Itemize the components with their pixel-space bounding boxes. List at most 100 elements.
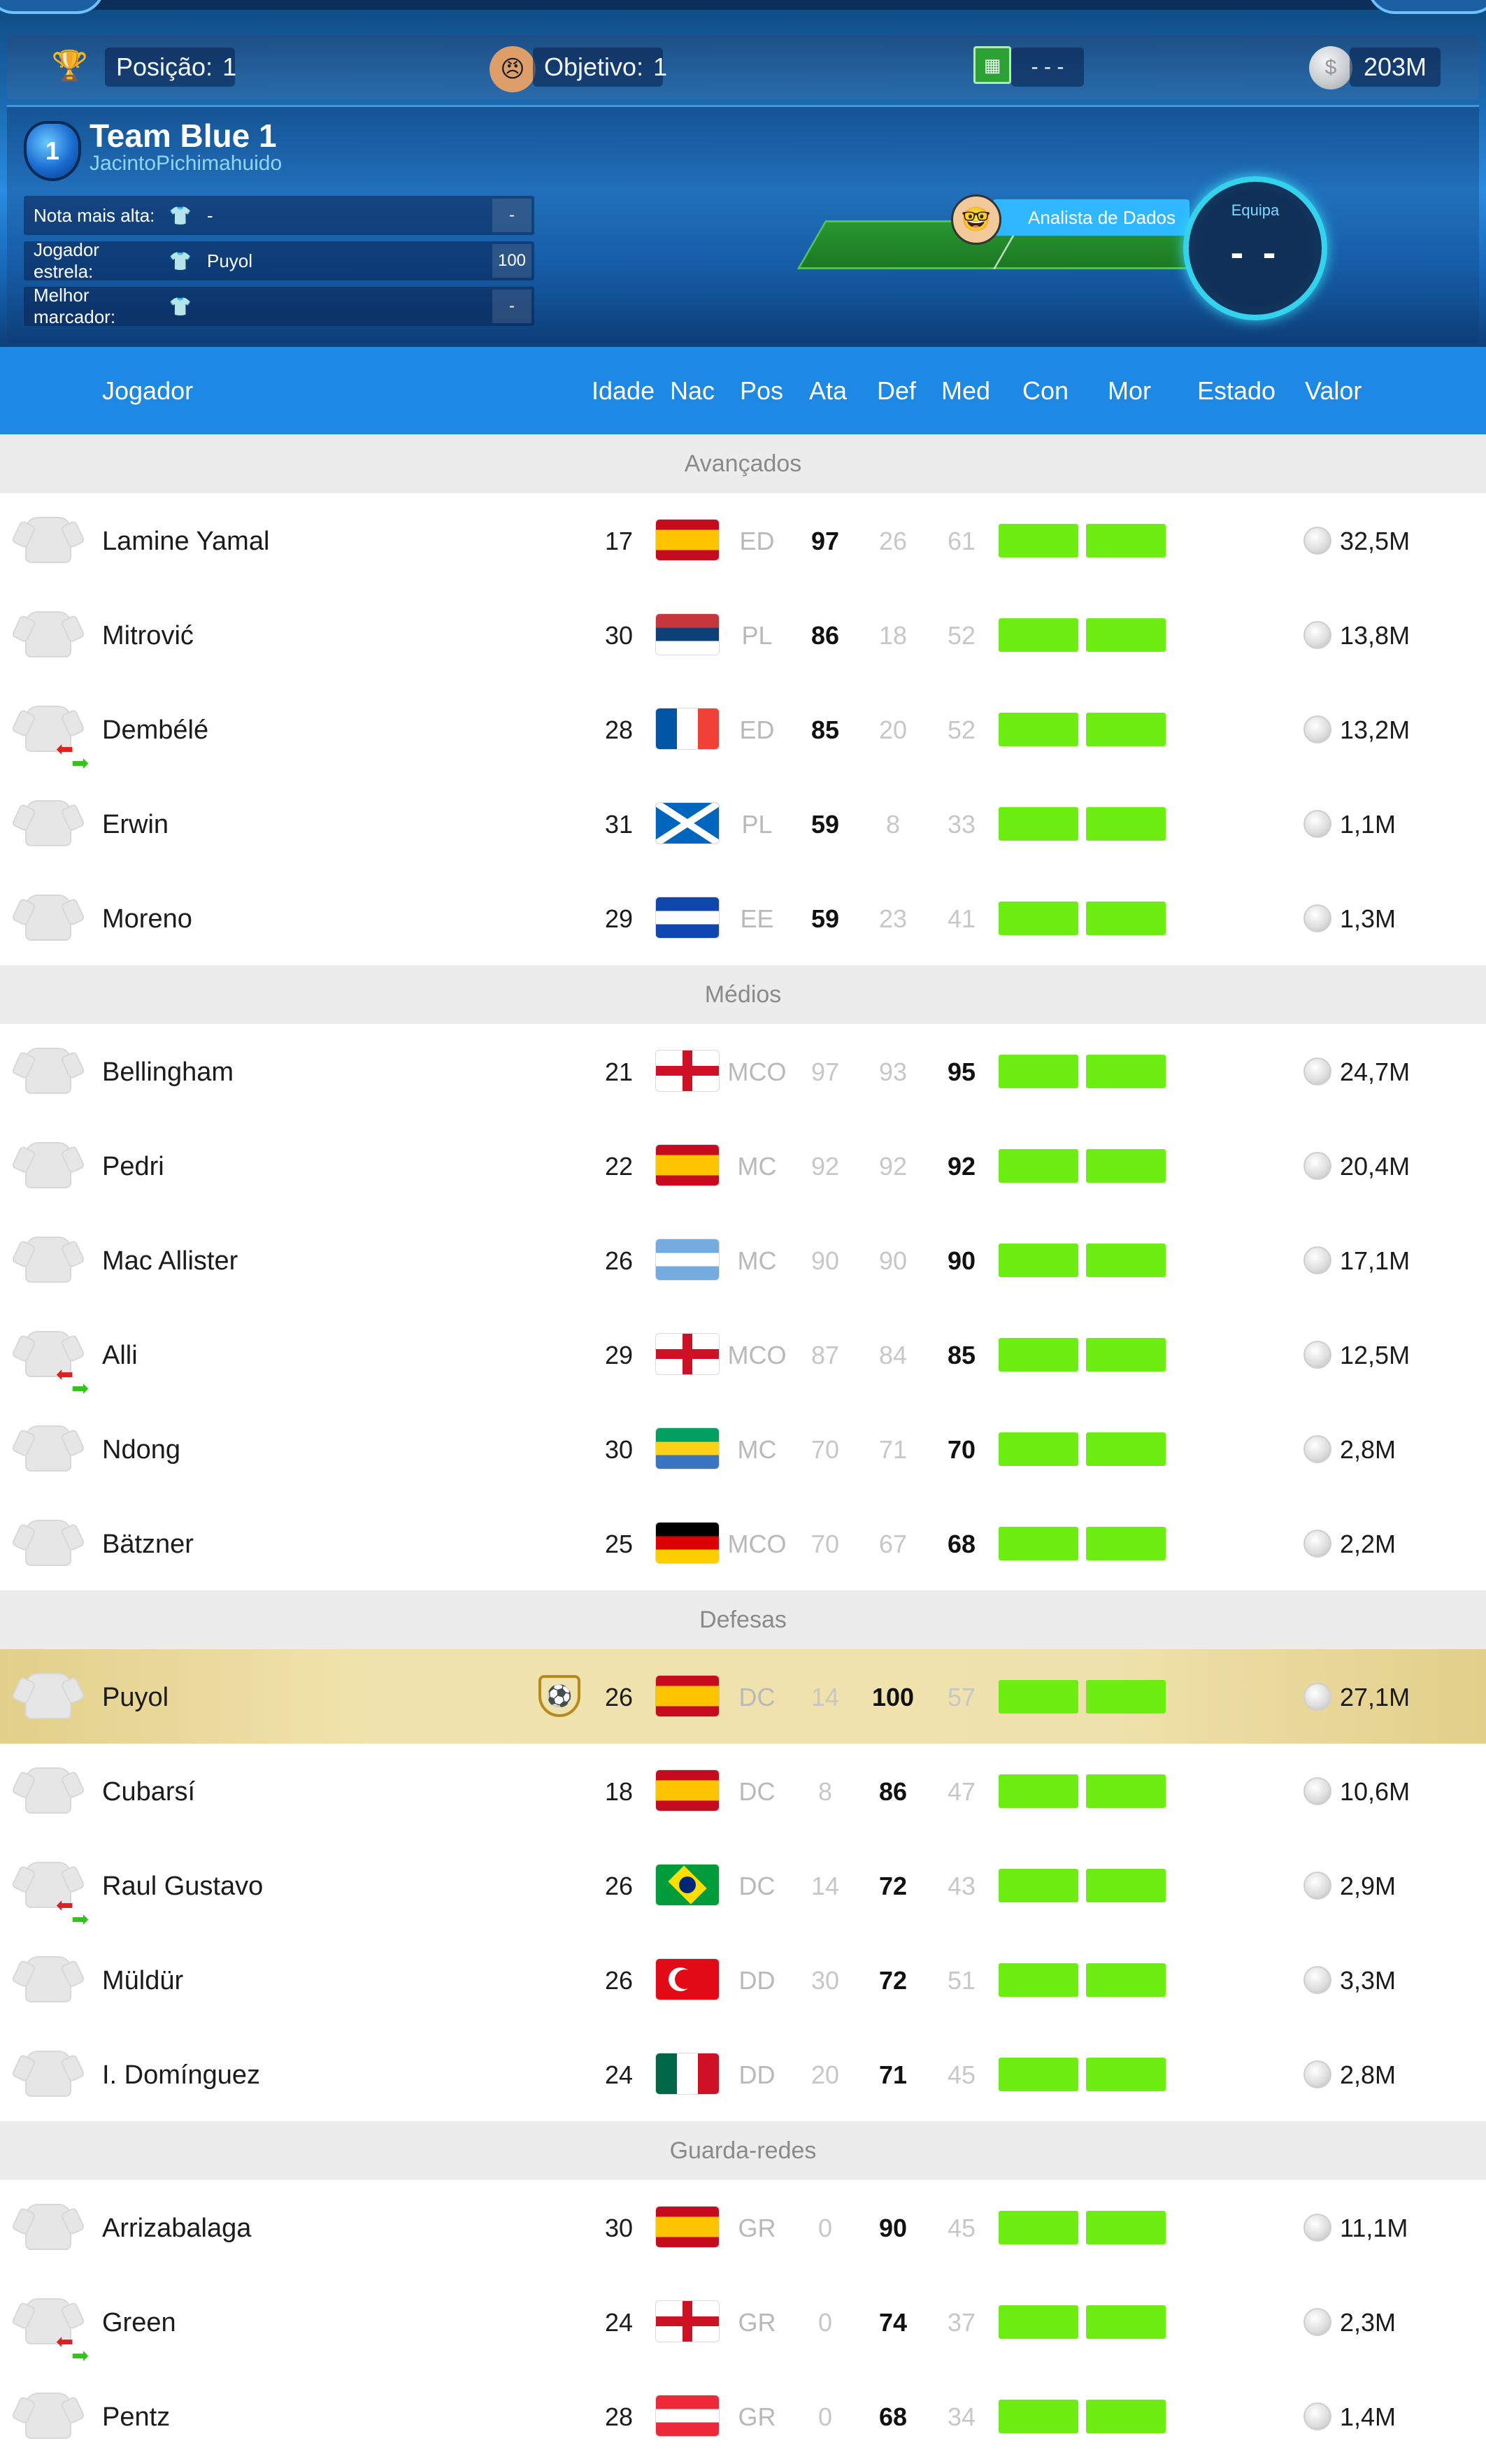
player-row[interactable]: Lamine Yamal 17 ED 97 26 61 32,5M (0, 493, 1486, 587)
star-player-badge-icon[interactable]: ⚽ (538, 1675, 580, 1717)
player-row[interactable]: Cubarsí 18 DC 8 86 47 10,6M (0, 1744, 1486, 1838)
player-row[interactable]: Ndong 30 MC 70 71 70 2,8M (0, 1402, 1486, 1496)
player-position: MC (737, 1246, 777, 1275)
player-name: Bätzner (102, 1530, 194, 1559)
defense-rating: 90 (878, 2214, 908, 2242)
col-valor[interactable]: Valor (1305, 376, 1362, 406)
col-pos[interactable]: Pos (740, 376, 783, 406)
team-name: Team Blue 1 (90, 117, 277, 154)
midfield-rating: 52 (947, 715, 976, 744)
player-age: 31 (604, 810, 634, 839)
player-row[interactable]: Mac Allister 26 MC 90 90 90 17,1M (0, 1213, 1486, 1307)
midfield-rating: 45 (947, 2060, 976, 2089)
objective-stat: Objetivo: 1 (533, 48, 667, 87)
team-rating-ring[interactable]: Equipa - - (1183, 176, 1327, 320)
player-age: 26 (604, 1246, 634, 1275)
flag-es-icon (656, 1145, 719, 1185)
player-value: 11,1M (1340, 2214, 1408, 2242)
player-position: GR (738, 2214, 776, 2242)
morale-bar (1086, 1149, 1166, 1183)
next-match-value: - - - (1031, 55, 1064, 78)
player-row[interactable]: ⬅ ➡ Dembélé 28 ED 85 20 52 13,2M (0, 682, 1486, 776)
defense-rating: 20 (878, 715, 908, 744)
position-stat: Posição: 1 (105, 48, 237, 87)
info-number: - (492, 199, 531, 232)
player-age: 25 (604, 1530, 634, 1558)
player-row[interactable]: ⬅ ➡ Alli 29 MCO 87 84 85 12,5M (0, 1307, 1486, 1402)
player-row[interactable]: ⬅ ➡ Raul Gustavo 26 DC 14 72 43 2,9M (0, 1838, 1486, 1932)
col-def[interactable]: Def (877, 376, 916, 406)
attack-rating: 85 (810, 715, 840, 744)
flag-es-icon (656, 2207, 719, 2247)
player-name: I. Domínguez (102, 2060, 260, 2090)
defense-rating: 23 (878, 904, 908, 933)
player-value: 17,1M (1340, 1246, 1410, 1275)
position-value: 1 (222, 52, 237, 81)
defense-rating: 90 (878, 1246, 908, 1275)
flag-sco-icon (656, 803, 719, 843)
player-row[interactable]: Mitrović 30 PL 86 18 52 13,8M (0, 587, 1486, 682)
player-row[interactable]: ⬅ ➡ Green 24 GR 0 74 37 2,3M (0, 2274, 1486, 2369)
col-ata[interactable]: Ata (809, 376, 847, 406)
player-position: GR (738, 2308, 776, 2337)
condition-bar (999, 1432, 1078, 1466)
col-jogador[interactable]: Jogador (102, 376, 193, 406)
morale-bar (1086, 1055, 1166, 1088)
player-row[interactable]: Bätzner 25 MCO 70 67 68 2,2M (0, 1496, 1486, 1590)
morale-bar (1086, 524, 1166, 557)
section-header: Médios (0, 965, 1486, 1024)
player-position: PL (741, 621, 773, 650)
player-age: 30 (604, 621, 634, 650)
team-user[interactable]: JacintoPichimahuido (90, 152, 282, 176)
player-row[interactable]: Puyol ⚽ 26 DC 14 100 57 27,1M (0, 1649, 1486, 1744)
player-age: 21 (604, 1057, 634, 1086)
midfield-rating: 51 (947, 1966, 976, 1995)
coin-icon (1303, 1530, 1331, 1558)
section-header: Defesas (0, 1590, 1486, 1649)
attack-rating: 90 (810, 1246, 840, 1275)
player-value: 27,1M (1340, 1683, 1410, 1711)
player-row[interactable]: Moreno 29 EE 59 23 41 1,3M (0, 871, 1486, 965)
attack-rating: 8 (817, 1777, 833, 1806)
player-row[interactable]: Müldür 26 DD 30 72 51 3,3M (0, 1932, 1486, 2027)
player-row[interactable]: Bellingham 21 MCO 97 93 95 24,7M (0, 1024, 1486, 1118)
midfield-rating: 57 (947, 1683, 976, 1711)
position-label: Posição: (116, 52, 213, 81)
player-row[interactable]: I. Domínguez 24 DD 20 71 45 2,8M (0, 2027, 1486, 2121)
flag-es-icon (656, 520, 719, 560)
morale-bar (1086, 1432, 1166, 1466)
player-row[interactable]: Arrizabalaga 30 GR 0 90 45 11,1M (0, 2180, 1486, 2274)
player-value: 2,9M (1340, 1872, 1396, 1900)
col-estado[interactable]: Estado (1197, 376, 1276, 406)
col-med[interactable]: Med (941, 376, 990, 406)
col-mor[interactable]: Mor (1108, 376, 1151, 406)
morale-bar (1086, 713, 1166, 746)
info-label: Nota mais alta: (34, 204, 155, 226)
player-value: 2,2M (1340, 1530, 1396, 1558)
player-value: 1,3M (1340, 904, 1396, 933)
shirt-icon (25, 611, 71, 657)
col-nac[interactable]: Nac (670, 376, 715, 406)
player-age: 24 (604, 2060, 634, 2089)
player-row[interactable]: Pedri 22 MC 92 92 92 20,4M (0, 1118, 1486, 1213)
condition-bar (999, 524, 1078, 557)
attack-rating: 14 (810, 1872, 840, 1900)
shirt-icon (25, 895, 71, 941)
menu-corner-button[interactable] (1367, 0, 1486, 14)
condition-bar (999, 618, 1078, 652)
player-age: 28 (604, 2402, 634, 2431)
data-analyst-button[interactable]: Analista de Dados (993, 199, 1190, 236)
col-idade[interactable]: Idade (592, 376, 655, 406)
player-age: 29 (604, 1341, 634, 1369)
attack-rating: 59 (810, 904, 840, 933)
flag-es-icon (656, 1770, 719, 1811)
midfield-rating: 33 (947, 810, 976, 839)
back-corner-button[interactable] (0, 0, 105, 14)
info-row-top-scorer: Melhor marcador: 👕 - (24, 285, 534, 327)
next-match-stat[interactable]: - - - (1011, 48, 1084, 87)
col-con[interactable]: Con (1022, 376, 1069, 406)
player-row[interactable]: Pentz 28 GR 0 68 34 1,4M (0, 2369, 1486, 2463)
attack-rating: 0 (817, 2214, 833, 2242)
player-row[interactable]: Erwin 31 PL 59 8 33 1,1M (0, 776, 1486, 871)
player-position: ED (739, 527, 775, 555)
